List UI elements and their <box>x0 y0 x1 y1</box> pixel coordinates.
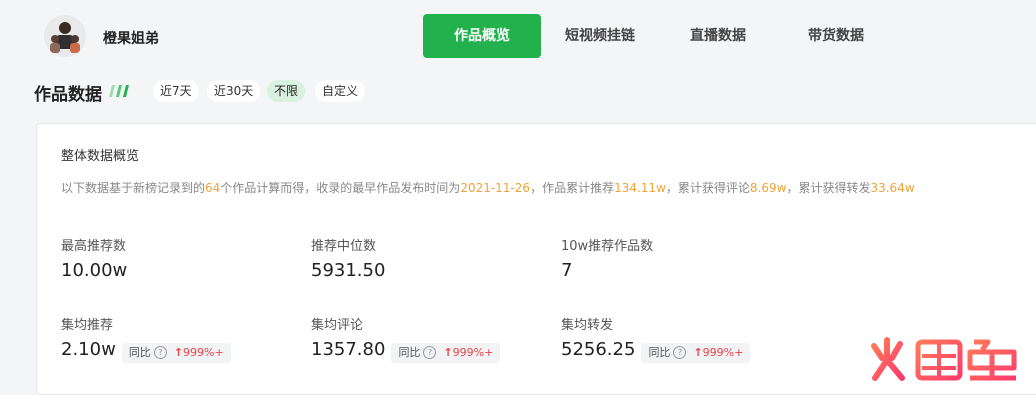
filter-unlimited[interactable]: 不限 <box>267 80 306 102</box>
metric-value: 7 <box>561 260 573 281</box>
metric-10w-works: 10w推荐作品数 7 <box>561 235 801 281</box>
yoy-label: 同比 <box>128 345 151 359</box>
filter-custom[interactable]: 自定义 <box>315 80 366 102</box>
overview-title: 整体数据概览 <box>61 149 140 164</box>
yoy-label: 同比 <box>398 345 421 359</box>
filter-7-days[interactable]: 近7天 <box>153 80 199 102</box>
arrow-up-icon: ↑ <box>693 345 703 359</box>
desc-text-1: 以下数据基于新榜记录到的 <box>61 181 206 195</box>
metric-label: 最高推荐数 <box>61 239 127 254</box>
works-count: 64 <box>205 181 221 195</box>
metric-max-recommend: 最高推荐数 10.00w <box>61 235 301 281</box>
tab-live-data[interactable]: 直播数据 <box>672 14 764 58</box>
metric-avg-comments: 集均评论 1357.80 同比? ↑999%+ <box>311 314 551 363</box>
metric-median-recommend: 推荐中位数 5931.50 <box>311 235 551 281</box>
overview-description: 以下数据基于新榜记录到的64个作品计算而得，收录的最早作品发布时间为2021-1… <box>61 179 915 196</box>
arrow-up-icon: ↑ <box>173 345 184 359</box>
arrow-up-icon: ↑ <box>443 345 453 359</box>
total-recommend: 134.11w <box>614 181 666 195</box>
metric-label: 推荐中位数 <box>311 239 377 254</box>
section-title: 作品数据 <box>34 85 102 105</box>
filter-30-days[interactable]: 近30天 <box>207 80 261 102</box>
help-icon[interactable]: ? <box>673 346 687 359</box>
yoy-badge[interactable]: 同比? ↑999%+ <box>121 342 231 363</box>
metric-value: 5256.25 <box>561 339 636 360</box>
account-name[interactable]: 橙果姐弟 <box>103 28 159 48</box>
yoy-value: 999%+ <box>183 345 224 359</box>
bars-icon <box>109 85 129 97</box>
yoy-badge[interactable]: 同比? ↑999%+ <box>391 342 501 363</box>
metric-label: 集均评论 <box>311 318 364 333</box>
yoy-value: 999%+ <box>452 345 494 359</box>
metric-label: 集均推荐 <box>61 318 114 333</box>
help-icon[interactable]: ? <box>153 346 167 359</box>
desc-text-2: 个作品计算而得，收录的最早作品发布时间为 <box>220 181 461 195</box>
desc-text-4: ，累计获得评论 <box>665 181 750 195</box>
metric-value: 1357.80 <box>311 339 386 360</box>
metric-value: 5931.50 <box>311 260 386 281</box>
tab-works-overview[interactable]: 作品概览 <box>423 14 541 58</box>
metric-label: 集均转发 <box>561 318 614 333</box>
yoy-value: 999%+ <box>702 345 744 359</box>
tab-short-video-links[interactable]: 短视频挂链 <box>549 14 651 58</box>
yoy-badge[interactable]: 同比? ↑999%+ <box>641 342 751 363</box>
total-comments: 8.69w <box>749 181 787 195</box>
top-bar: 橙果姐弟 作品概览 短视频挂链 直播数据 带货数据 <box>0 0 1036 72</box>
desc-text-5: ，累计获得转发 <box>786 181 871 195</box>
metric-avg-shares: 集均转发 5256.25 同比? ↑999%+ <box>561 314 801 363</box>
avatar-image <box>44 15 86 57</box>
watermark-logo <box>871 337 1017 381</box>
help-icon[interactable]: ? <box>423 346 437 359</box>
metric-value: 10.00w <box>61 260 128 281</box>
metric-label: 10w推荐作品数 <box>561 239 654 254</box>
metric-value: 2.10w <box>61 339 116 360</box>
desc-text-3: ，作品累计推荐 <box>530 181 615 195</box>
avatar[interactable] <box>44 15 86 57</box>
yoy-label: 同比 <box>648 345 671 359</box>
total-shares: 33.64w <box>870 181 915 195</box>
metric-avg-recommend: 集均推荐 2.10w 同比? ↑999%+ <box>61 314 301 363</box>
tab-sales-data[interactable]: 带货数据 <box>790 14 882 58</box>
section-header: 作品数据 近7天 近30天 不限 自定义 <box>0 72 1036 112</box>
earliest-date: 2021-11-26 <box>460 181 531 195</box>
